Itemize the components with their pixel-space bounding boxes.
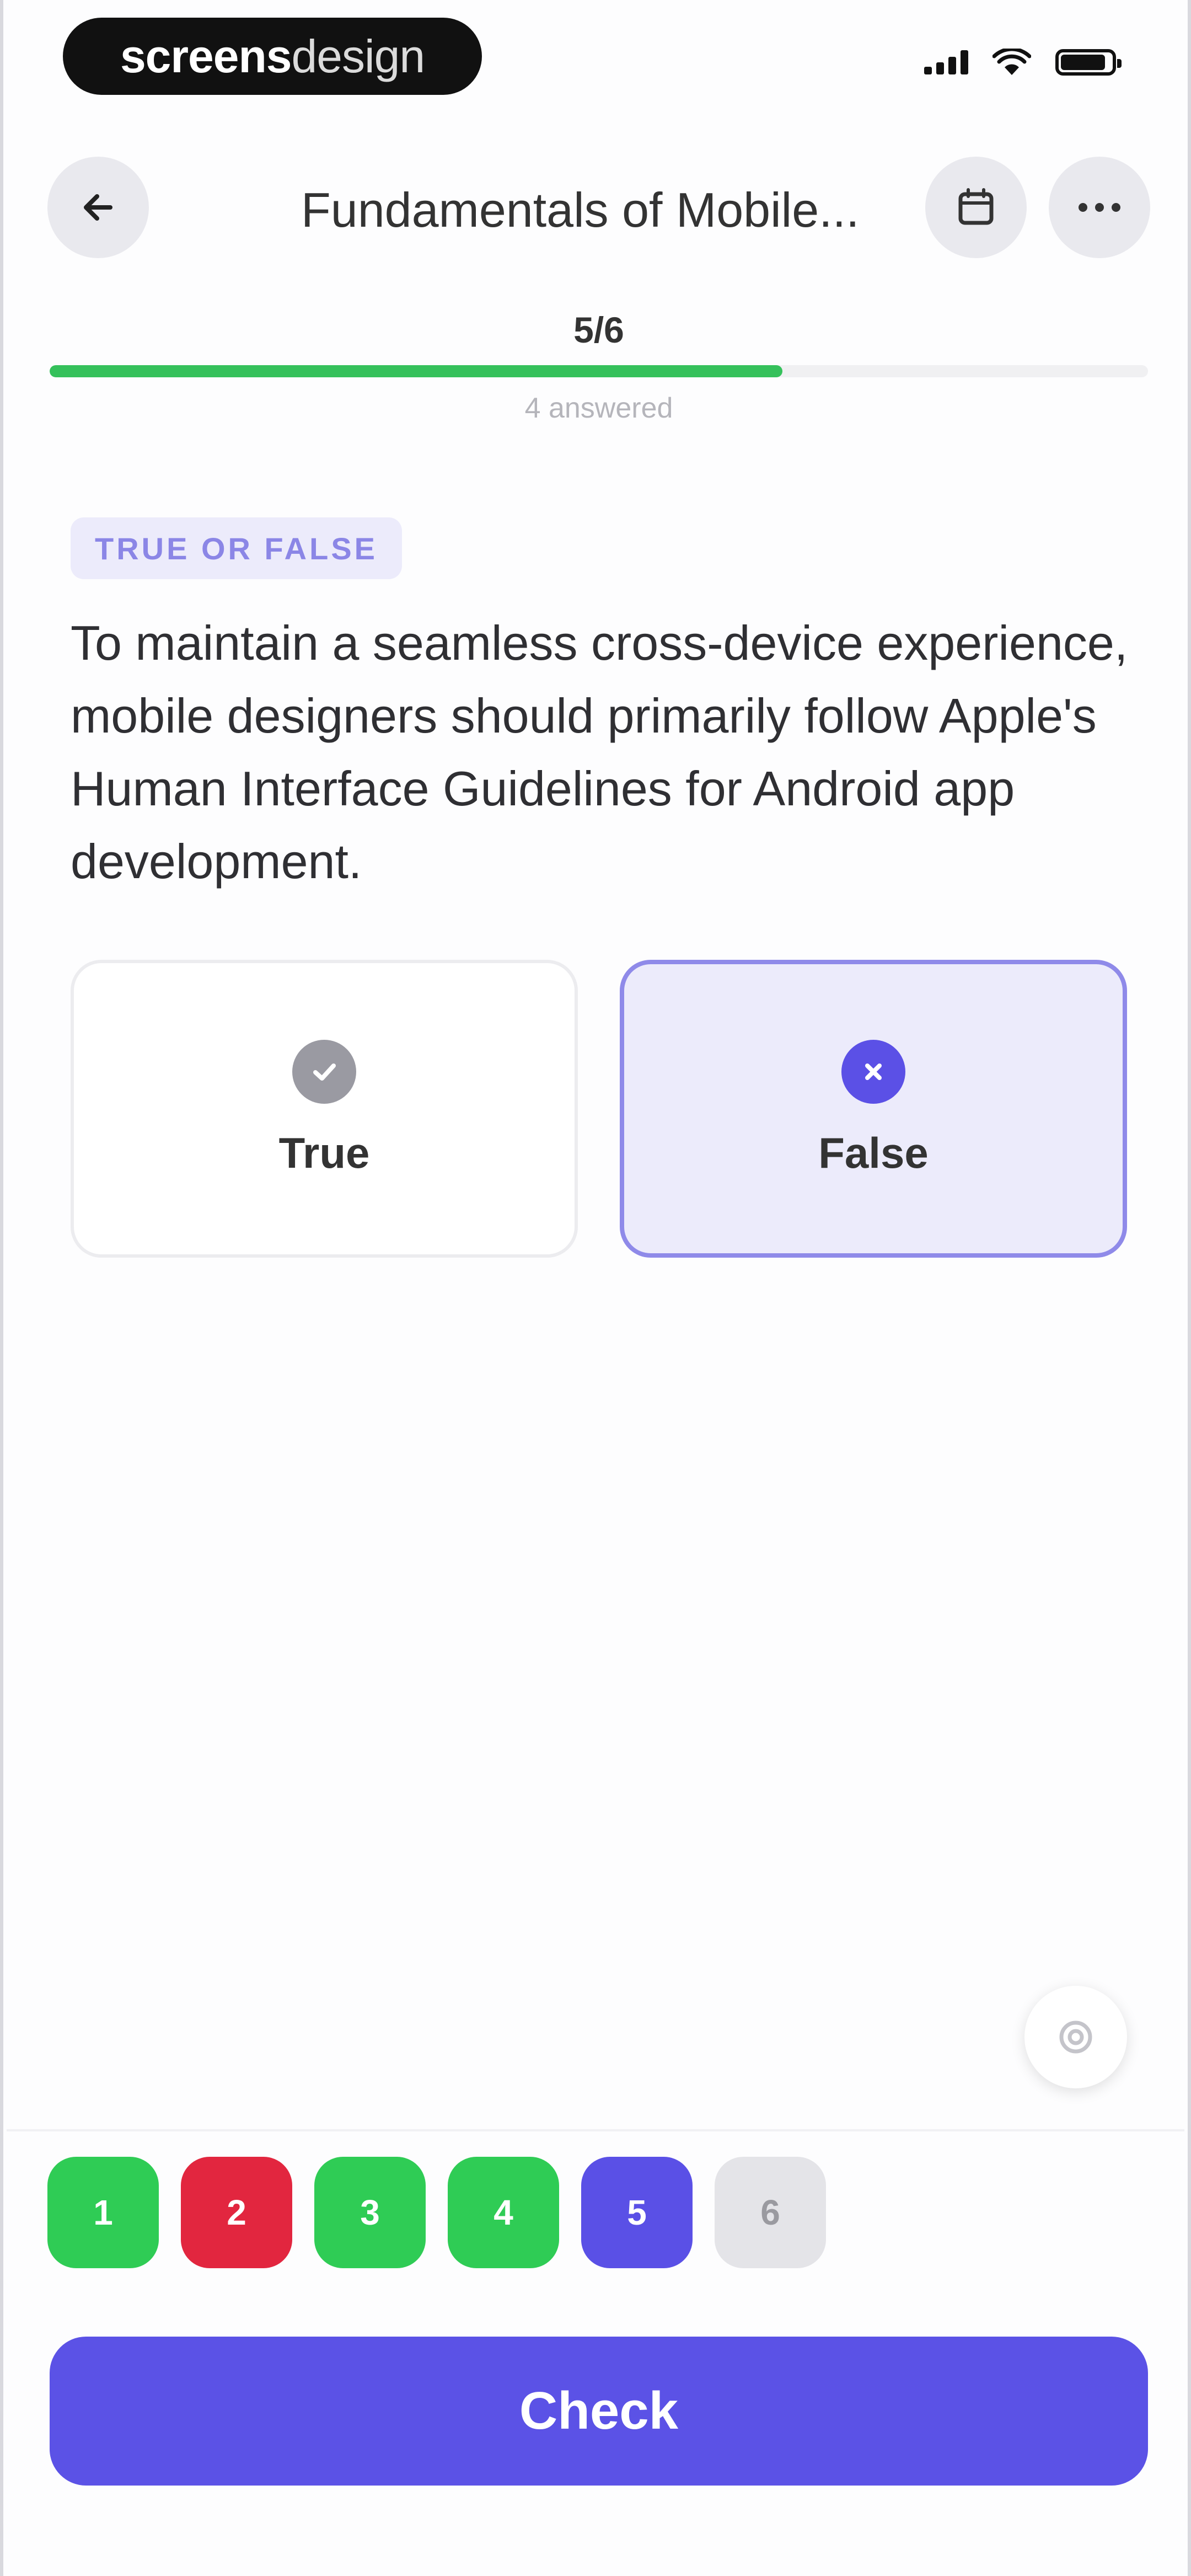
option-label: True: [278, 1128, 370, 1177]
more-options-button[interactable]: [1049, 157, 1150, 258]
question-nav-item-1[interactable]: 1: [47, 2157, 159, 2268]
brand-text-bold: screens: [120, 30, 292, 82]
settings-button[interactable]: [1024, 1986, 1127, 2088]
brand-watermark: screens design: [63, 18, 482, 95]
check-button[interactable]: Check: [50, 2337, 1148, 2486]
wifi-icon: [993, 49, 1031, 75]
option-false[interactable]: False: [620, 960, 1127, 1258]
question-nav-item-6[interactable]: 6: [715, 2157, 826, 2268]
app-screen: screensdesign Fundamentals of Mobile...: [0, 0, 1191, 2576]
answered-count: 4 answered: [524, 392, 673, 424]
question-navigator: 1 2 3 4 5 6: [47, 2157, 826, 2268]
lesson-title: Fundamentals of Mobile...: [301, 183, 860, 237]
arrow-left-icon: [84, 194, 112, 221]
question-type-badge: TRUE OR FALSE: [71, 517, 403, 579]
back-button[interactable]: [47, 157, 149, 258]
brand-text-light: design: [291, 30, 426, 82]
question-nav-item-5[interactable]: 5: [581, 2157, 693, 2268]
calendar-icon: [958, 188, 994, 225]
divider: [7, 2129, 1184, 2131]
battery-icon: [1055, 49, 1122, 76]
question-nav-item-4[interactable]: 4: [448, 2157, 559, 2268]
status-icons: [924, 49, 1122, 76]
settings-icon: [1059, 2021, 1092, 2054]
cellular-signal-icon: [924, 50, 968, 74]
calendar-button[interactable]: [925, 157, 1027, 258]
progress-bar-fill: [50, 365, 782, 377]
x-circle-icon: [841, 1039, 905, 1104]
question-nav-item-2[interactable]: 2: [181, 2157, 292, 2268]
question-nav-item-3[interactable]: 3: [314, 2157, 426, 2268]
progress-bar: [50, 365, 1148, 377]
ellipsis-icon: [1079, 203, 1120, 212]
option-true[interactable]: True: [71, 960, 578, 1258]
question-text: To maintain a seamless cross-device expe…: [71, 616, 1128, 889]
progress-counter: 5/6: [573, 309, 624, 350]
check-circle-icon: [292, 1039, 356, 1104]
option-label: False: [818, 1128, 929, 1177]
